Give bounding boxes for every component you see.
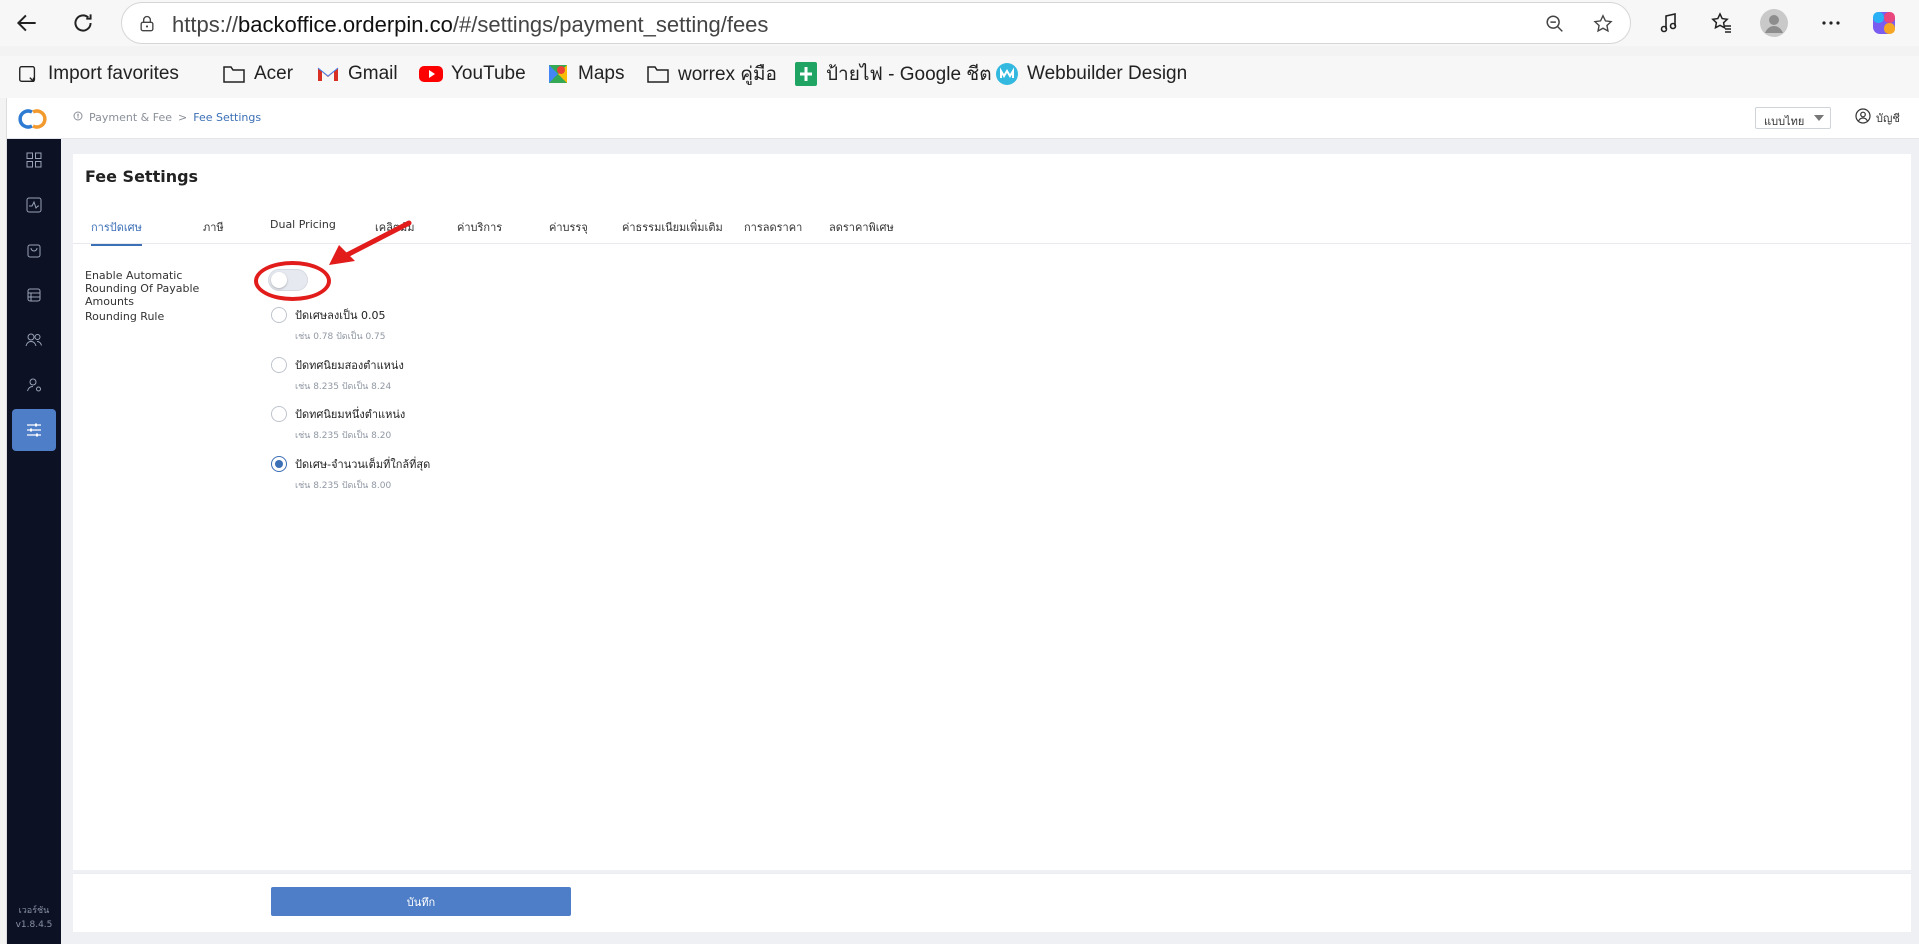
- sidebar-item-inventory[interactable]: [12, 274, 56, 316]
- tab-service-charge[interactable]: ค่าบริการ: [457, 218, 502, 244]
- app-topbar: Payment & Fee > Fee Settings แบบไทย บัญช…: [7, 98, 1919, 139]
- rounding-option-one-decimal[interactable]: ปัดทศนิยมหนึ่งตำแหน่ง: [271, 405, 405, 423]
- rounding-option-0-05[interactable]: ปัดเศษลงเป็น 0.05: [271, 306, 385, 324]
- sidebar-item-dashboard[interactable]: [12, 139, 56, 181]
- payment-icon: [73, 111, 83, 124]
- radio-button[interactable]: [271, 357, 287, 373]
- tab-discount[interactable]: การลดราคา: [744, 218, 802, 244]
- back-button[interactable]: [10, 6, 44, 40]
- tab-tax[interactable]: ภาษี: [203, 218, 224, 244]
- breadcrumb-current: Fee Settings: [193, 111, 262, 124]
- rounding-option-two-decimals[interactable]: ปัดทศนิยมสองตำแหน่ง: [271, 356, 404, 374]
- user-circle-icon: [1855, 108, 1871, 127]
- profile-avatar-icon[interactable]: [1758, 7, 1790, 39]
- language-select[interactable]: แบบไทย: [1755, 107, 1831, 129]
- shopping-bag-icon: [27, 244, 41, 258]
- radio-button[interactable]: [271, 406, 287, 422]
- users-icon: [25, 333, 42, 347]
- sidebar-item-activity[interactable]: [12, 184, 56, 226]
- page-title: Fee Settings: [85, 167, 199, 186]
- option-hint: เช่น 8.235 ปัดเป็น 8.24: [295, 382, 392, 392]
- youtube-icon: [419, 62, 443, 86]
- bookmark-gmail[interactable]: Gmail: [316, 60, 398, 88]
- url-text: https://backoffice.orderpin.co/#/setting…: [172, 12, 769, 37]
- app-version: เวอร์ชัน v1.8.4.5: [15, 906, 53, 930]
- media-icon[interactable]: [1653, 7, 1685, 39]
- breadcrumb: Payment & Fee > Fee Settings: [73, 111, 261, 124]
- option-hint: เช่น 0.78 ปัดเป็น 0.75: [295, 332, 386, 342]
- bookmark-maps[interactable]: Maps: [546, 60, 624, 88]
- bookmark-acer[interactable]: Acer: [222, 60, 293, 88]
- back-arrow-icon: [16, 14, 36, 32]
- webbuilder-icon: [995, 62, 1019, 86]
- folder-icon: [646, 62, 670, 86]
- tab-rounding[interactable]: การปัดเศษ: [91, 218, 142, 246]
- bookmark-worrex[interactable]: worrex คู่มือ: [646, 60, 777, 88]
- favorites-icon[interactable]: [1706, 7, 1738, 39]
- auto-rounding-label: Enable Automatic Rounding Of Payable Amo…: [85, 269, 200, 308]
- user-settings-icon: [27, 378, 41, 392]
- breadcrumb-parent[interactable]: Payment & Fee: [89, 111, 172, 124]
- fee-settings-panel: Fee Settings การปัดเศษ ภาษี Dual Pricing…: [73, 154, 1911, 870]
- maps-icon: [546, 62, 570, 86]
- sidebar-item-staff[interactable]: [12, 364, 56, 406]
- import-icon: [16, 62, 40, 86]
- activity-icon: [26, 197, 42, 213]
- chevron-down-icon: [1814, 115, 1824, 121]
- account-button[interactable]: บัญชี: [1855, 108, 1900, 127]
- address-bar[interactable]: https://backoffice.orderpin.co/#/setting…: [121, 2, 1631, 44]
- grid-icon: [26, 152, 42, 168]
- zoom-out-icon[interactable]: [1542, 11, 1568, 37]
- annotation-arrow-icon: [329, 220, 412, 265]
- sidebar-item-orders[interactable]: [12, 229, 56, 271]
- folder-icon: [222, 62, 246, 86]
- save-button[interactable]: บันทึก: [271, 887, 571, 916]
- reload-icon: [74, 14, 92, 32]
- bookmark-google-sheet[interactable]: ป้ายไฟ - Google ชีต: [794, 60, 992, 88]
- gmail-icon: [316, 62, 340, 86]
- sidebar: เวอร์ชัน v1.8.4.5: [7, 139, 61, 944]
- option-hint: เช่น 8.235 ปัดเป็น 8.20: [295, 431, 392, 441]
- tab-special-discount[interactable]: ลดราคาพิเศษ: [829, 218, 894, 244]
- radio-button[interactable]: [271, 307, 287, 323]
- favorite-star-icon[interactable]: [1590, 11, 1616, 37]
- annotation-circle: [254, 261, 331, 301]
- tab-packaging[interactable]: ค่าบรรจุ: [549, 218, 588, 244]
- radio-button-selected[interactable]: [271, 456, 287, 472]
- bookmark-import-favorites[interactable]: Import favorites: [16, 60, 179, 88]
- action-footer: บันทึก: [73, 873, 1911, 932]
- breadcrumb-separator: >: [178, 111, 188, 124]
- stack-icon: [27, 288, 41, 302]
- tab-additional-fees[interactable]: ค่าธรรมเนียมเพิ่มเติม: [622, 218, 723, 244]
- sidebar-item-customers[interactable]: [12, 319, 56, 361]
- rounding-rule-label: Rounding Rule: [85, 310, 165, 323]
- reload-button[interactable]: [66, 6, 100, 40]
- orderpin-logo[interactable]: [17, 107, 53, 131]
- sliders-icon: [27, 423, 41, 437]
- rounding-option-nearest-integer[interactable]: ปัดเศษ-จำนวนเต็มที่ใกล้ที่สุด: [271, 455, 430, 473]
- sheets-icon: [794, 62, 818, 86]
- app-frame: Payment & Fee > Fee Settings แบบไทย บัญช…: [6, 98, 1919, 944]
- lock-icon[interactable]: [134, 11, 160, 37]
- sidebar-item-settings[interactable]: [12, 409, 56, 451]
- bookmark-youtube[interactable]: YouTube: [419, 60, 526, 88]
- bookmark-webbuilder[interactable]: Webbuilder Design: [995, 60, 1187, 88]
- option-hint: เช่น 8.235 ปัดเป็น 8.00: [295, 481, 392, 491]
- browser-toolbar: https://backoffice.orderpin.co/#/setting…: [0, 0, 1919, 46]
- bookmarks-bar: Import favorites Acer Gmail YouTube Maps…: [0, 56, 1919, 92]
- copilot-icon[interactable]: [1868, 7, 1900, 39]
- more-menu-icon[interactable]: [1815, 7, 1847, 39]
